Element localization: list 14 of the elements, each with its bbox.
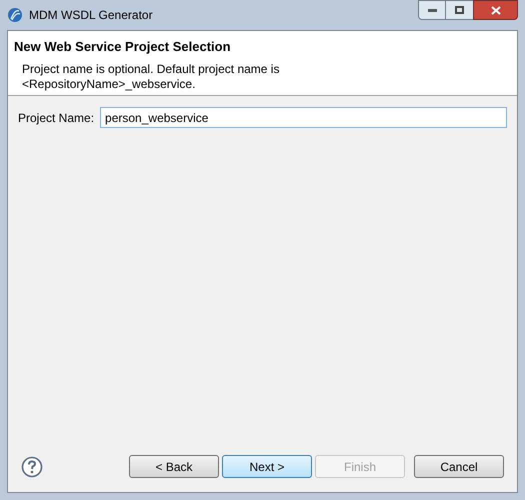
dialog-button[interactable]: Next >: [222, 455, 312, 478]
close-button[interactable]: [473, 0, 518, 20]
close-icon: [490, 6, 500, 14]
page-message: Project name is optional. Default project name is <RepositoryName>_webservice.: [21, 62, 280, 92]
page-title: New Web Service Project Selection: [14, 38, 232, 56]
window-title: MDM WSDL Generator: [29, 7, 153, 24]
app-logo-icon: [7, 7, 23, 23]
help-icon[interactable]: [21, 456, 43, 478]
maximize-button[interactable]: [446, 0, 473, 20]
minimize-button[interactable]: [418, 0, 446, 20]
project-name-field[interactable]: person_webservice: [100, 107, 507, 128]
dialog-button[interactable]: < Back: [129, 455, 219, 478]
dialog-button[interactable]: Cancel: [414, 455, 504, 478]
field-label: Project Name:: [18, 110, 94, 126]
